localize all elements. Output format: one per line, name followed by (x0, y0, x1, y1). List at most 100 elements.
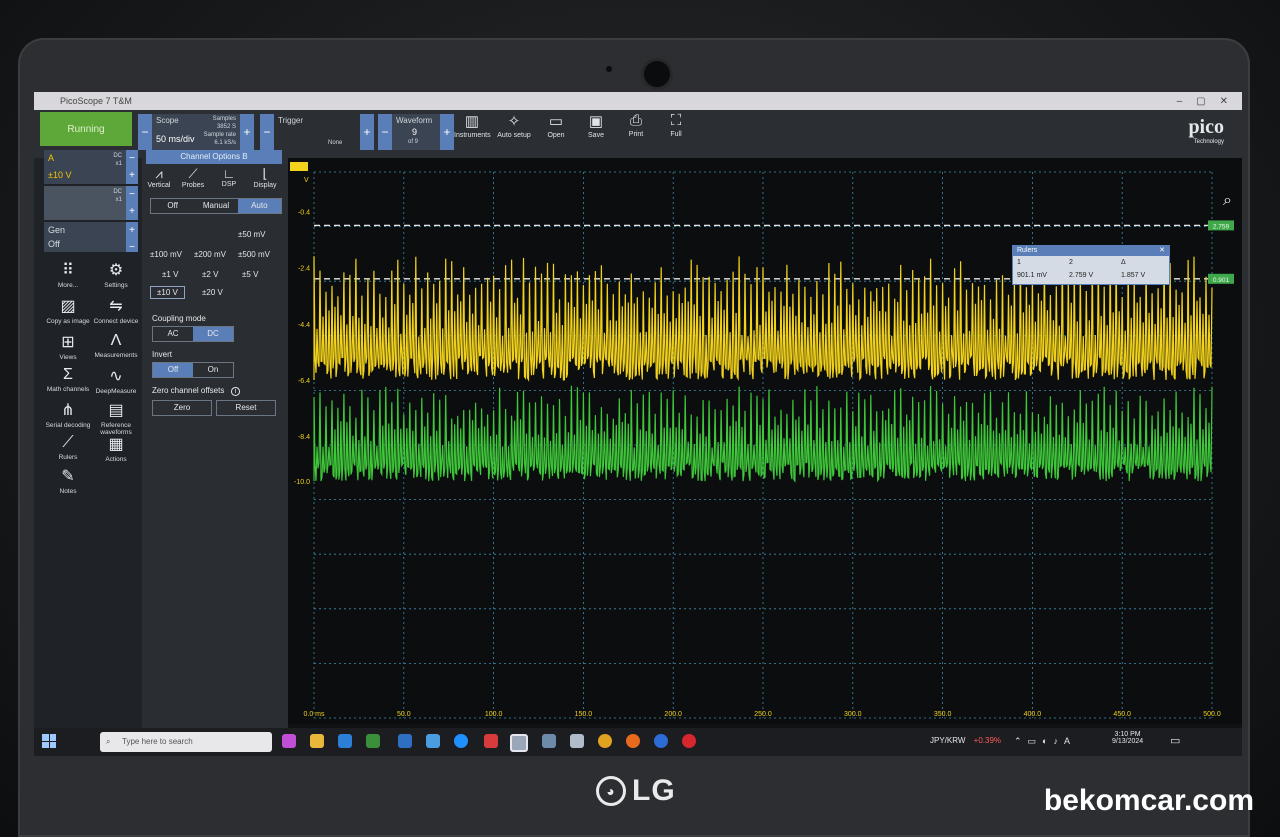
waveform-previous-button[interactable]: − (378, 114, 392, 150)
waveform-label: Waveform (396, 116, 433, 125)
deepmeasure-button[interactable]: ∿ DeepMeasure (92, 366, 140, 395)
taskbar-search-box[interactable]: ⌕ Type here to search (100, 732, 272, 752)
timebase-value[interactable]: 50 ms/div (156, 134, 195, 144)
system-tray-icons[interactable]: ⌃▭◐♪A (1014, 736, 1076, 747)
picoscope-taskbar-icon[interactable] (510, 734, 528, 752)
browser-icon[interactable] (454, 734, 468, 748)
range-20v[interactable]: ±20 V (202, 288, 223, 297)
edge-icon[interactable] (338, 734, 352, 748)
waveform-buffer: Waveform 9 of 9 (392, 114, 440, 150)
samples-value[interactable]: 3852 S (217, 124, 236, 130)
minimize-button[interactable]: – (1177, 96, 1183, 107)
zero-button[interactable]: Zero (152, 400, 212, 416)
math-channels-button[interactable]: Σ Math channels (44, 366, 92, 393)
timebase-decrease-button[interactable]: − (138, 114, 152, 150)
instruments-button[interactable]: ▥ Instruments (454, 112, 491, 139)
views-button[interactable]: ⊞ Views (44, 332, 92, 361)
coupling-dc-button[interactable]: DC (193, 327, 233, 341)
store-icon[interactable] (366, 734, 380, 748)
channel-a-stepper[interactable]: − + (126, 150, 138, 184)
range-200mv[interactable]: ±200 mV (194, 250, 226, 259)
fullscreen-icon: ⛶ (670, 112, 682, 129)
zoom-icon[interactable]: ⌕ (1223, 192, 1232, 210)
x-tick-label: 0.0 ms (303, 711, 325, 718)
close-button[interactable]: ✕ (1220, 96, 1228, 107)
clock[interactable]: 3:10 PM 9/13/2024 (1112, 731, 1143, 745)
print-button[interactable]: ⎙ Print (618, 112, 654, 138)
tab-display[interactable]: ⌊ Display (250, 166, 280, 189)
open-button[interactable]: ▭ Open (538, 112, 574, 139)
rulers-window[interactable]: Rulers ✕ 12Δ 901.1 mV 2.759 V 1.857 V (1012, 245, 1170, 285)
full-screen-button[interactable]: ⛶ Full (658, 112, 694, 138)
firefox-icon[interactable] (626, 734, 640, 748)
connect-device-button[interactable]: ⇋ Connect device (92, 296, 140, 325)
range-2v[interactable]: ±2 V (202, 270, 218, 279)
waveform-next-button[interactable]: + (440, 114, 454, 150)
y-tick-label: -4.4 (298, 322, 310, 329)
reset-button[interactable]: Reset (216, 400, 276, 416)
channel-b-stepper[interactable]: − + (126, 186, 138, 220)
info-icon[interactable]: i (230, 387, 241, 396)
trigger-increase-button[interactable]: + (360, 114, 374, 150)
range-50mv[interactable]: ±50 mV (238, 230, 266, 239)
x-tick-label: 500.0 (1203, 711, 1221, 718)
tab-probes[interactable]: ⟋ Probes (178, 166, 208, 189)
scaling-off-button[interactable]: Off (151, 199, 194, 213)
chrome-icon[interactable] (598, 734, 612, 748)
reference-waveforms-button[interactable]: ▤ Reference waveforms (92, 400, 140, 436)
app-icon-round-blue[interactable] (654, 734, 668, 748)
app-icon-light[interactable] (570, 734, 584, 748)
trigger-decrease-button[interactable]: − (260, 114, 274, 150)
range-100mv[interactable]: ±100 mV (150, 250, 182, 259)
coupling-ac-button[interactable]: AC (153, 327, 193, 341)
waveform-index[interactable]: 9 (412, 127, 417, 137)
more-button[interactable]: ⠿ More... (44, 260, 92, 289)
rulers-button[interactable]: ⟋ Rulers (44, 434, 92, 461)
range-5v[interactable]: ±5 V (242, 270, 258, 279)
generator-control[interactable]: Gen Off (44, 222, 126, 252)
start-button[interactable] (42, 734, 56, 748)
serial-decoding-button[interactable]: ⋔ Serial decoding (44, 400, 92, 429)
notes-button[interactable]: ✎ Notes (44, 466, 92, 495)
scope-graph-area[interactable]: 0.0 ms 50.0 100.0 150.0 200.0 250.0 300.0 350.0… (288, 158, 1242, 724)
actions-button[interactable]: ▦ Actions (92, 434, 140, 463)
ruler-1-value: 901.1 mV (1017, 272, 1047, 279)
invert-off-button[interactable]: Off (153, 363, 193, 377)
scaling-manual-button[interactable]: Manual (194, 199, 237, 213)
range-10v-selected[interactable]: ±10 V (150, 286, 185, 299)
sigma-icon: Σ (63, 366, 73, 383)
copy-as-image-button[interactable]: ▨ Copy as image (44, 296, 92, 325)
file-explorer-icon[interactable] (310, 734, 324, 748)
auto-setup-button[interactable]: ✧ Auto setup (496, 112, 532, 139)
tab-dsp[interactable]: ∟ DSP (214, 166, 244, 188)
run-stop-button[interactable]: Running (40, 112, 132, 146)
copilot-icon[interactable] (282, 734, 296, 748)
trigger-mode[interactable]: None (328, 140, 342, 146)
notifications-icon[interactable]: ▭ (1170, 734, 1180, 747)
dsp-icon: ∟ (222, 166, 236, 181)
mail-icon[interactable] (398, 734, 412, 748)
tab-vertical[interactable]: ⩘ Vertical (144, 166, 174, 189)
channel-b-control[interactable]: DC x1 (44, 186, 126, 220)
timebase-increase-button[interactable]: + (240, 114, 254, 150)
app-icon-blue[interactable] (426, 734, 440, 748)
channel-a-control[interactable]: A ±10 V DC x1 (44, 150, 126, 184)
range-1v[interactable]: ±1 V (162, 270, 178, 279)
range-500mv[interactable]: ±500 mV (238, 250, 270, 259)
rulers-close-icon[interactable]: ✕ (1159, 246, 1165, 256)
settings-button[interactable]: ⚙ Settings (92, 260, 140, 289)
scaling-auto-button[interactable]: Auto (237, 199, 281, 213)
oscilloscope-plot[interactable]: 0.0 ms 50.0 100.0 150.0 200.0 250.0 300.0 350.0… (288, 158, 1242, 724)
invert-on-button[interactable]: On (193, 363, 233, 377)
maximize-button[interactable]: ▢ (1196, 96, 1205, 107)
app-icon-gray[interactable] (542, 734, 556, 748)
opera-icon[interactable] (682, 734, 696, 748)
app-icon-red[interactable] (484, 734, 498, 748)
scaling-mode-selector: Off Manual Auto (150, 198, 282, 214)
save-button[interactable]: ▣ Save (578, 112, 614, 139)
x-tick-label: 350.0 (934, 711, 952, 718)
generator-stepper[interactable]: + − (126, 222, 138, 253)
stock-ticker[interactable]: JPY/KRW +0.39% (930, 736, 1001, 745)
measurements-button[interactable]: Λ Measurements (92, 332, 140, 359)
x-tick-label: 50.0 (397, 711, 411, 718)
